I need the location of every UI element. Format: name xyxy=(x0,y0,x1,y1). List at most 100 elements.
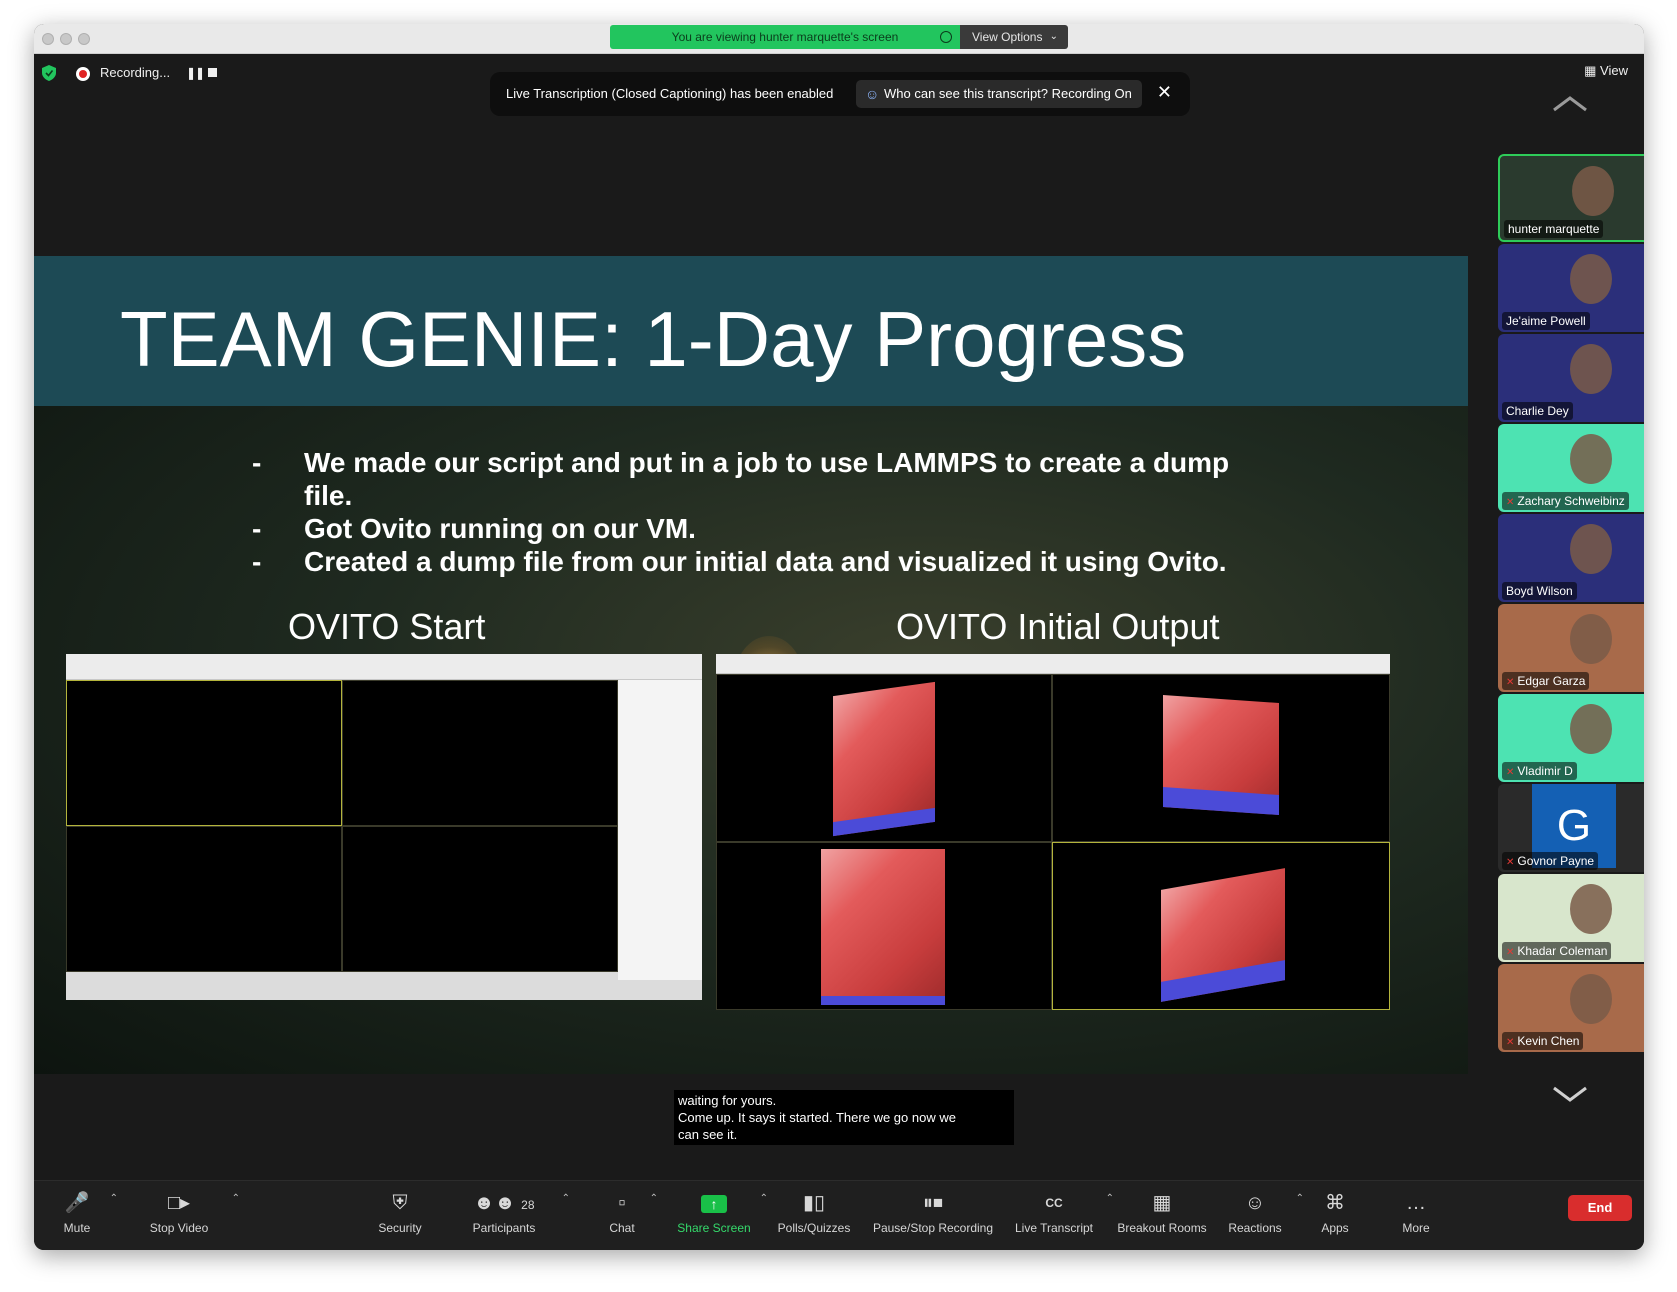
stop-recording-icon[interactable] xyxy=(208,68,217,77)
caption-notice: Live Transcription (Closed Captioning) h… xyxy=(490,72,1190,116)
chat-button[interactable]: ▫ Chat ⌃ xyxy=(602,1181,658,1250)
chevron-down-icon[interactable] xyxy=(1550,1084,1590,1104)
participant-name-text: Edgar Garza xyxy=(1517,674,1586,688)
chevron-up-icon[interactable] xyxy=(1550,94,1590,114)
breakout-grid-icon: ▦ xyxy=(1152,1192,1172,1214)
slide-header: TEAM GENIE: 1-Day Progress xyxy=(34,256,1468,406)
participant-video xyxy=(1570,704,1612,754)
apps-button[interactable]: ⌘ Apps xyxy=(1312,1181,1358,1250)
viewing-screen-banner: You are viewing hunter marquette's scree… xyxy=(610,25,960,49)
ovito-toolbar xyxy=(716,654,1390,674)
participants-label: Participants xyxy=(472,1221,536,1235)
chevron-down-icon: ⌄ xyxy=(1049,31,1058,42)
viewport-perspective xyxy=(342,826,618,972)
viewport-top xyxy=(66,680,342,826)
participant-name-text: Kevin Chen xyxy=(1517,1034,1580,1048)
participant-name-text: Vladimir D xyxy=(1517,764,1573,778)
participant-tile[interactable]: G ✕ Govnor Payne xyxy=(1498,784,1644,872)
recording-icon xyxy=(76,67,90,81)
viewport-front xyxy=(1052,674,1390,842)
meeting-controls: 🎤 Mute ⌃ □▸ Stop Video ⌃ ⛨ Security ☻☻ 2… xyxy=(34,1180,1644,1250)
video-options-caret[interactable]: ⌃ xyxy=(232,1193,240,1204)
view-options-label: View Options xyxy=(972,30,1043,44)
participant-name-text: Khadar Coleman xyxy=(1517,944,1608,958)
zoom-window: You are viewing hunter marquette's scree… xyxy=(34,24,1644,1250)
share-screen-button[interactable]: ↑ Share Screen ⌃ xyxy=(676,1181,768,1250)
participant-tile[interactable]: Boyd Wilson xyxy=(1498,514,1644,602)
polls-button[interactable]: ▮▯ Polls/Quizzes xyxy=(774,1181,854,1250)
slide-bullets: We made our script and put in a job to u… xyxy=(252,446,1252,578)
recording-label: Recording... xyxy=(100,65,171,80)
participant-tile[interactable]: ✕ Zachary Schweibinz xyxy=(1498,424,1644,512)
ellipsis-icon: … xyxy=(1406,1192,1426,1214)
shared-screen: TEAM GENIE: 1-Day Progress We made our s… xyxy=(34,256,1468,1074)
pause-recording-label: Pause/Stop Recording xyxy=(872,1221,994,1235)
participants-icon: ☻☻ 28 xyxy=(473,1192,535,1214)
reactions-options-caret[interactable]: ⌃ xyxy=(1296,1193,1304,1204)
muted-mic-icon: ✕ xyxy=(1506,497,1515,508)
minimize-window-button[interactable] xyxy=(60,33,72,45)
participants-button[interactable]: ☻☻ 28 Participants ⌃ xyxy=(454,1181,570,1250)
participant-name: ✕ Edgar Garza xyxy=(1502,672,1590,690)
chat-bubble-icon: ▫ xyxy=(618,1192,626,1214)
share-screen-label: Share Screen xyxy=(677,1221,751,1235)
ovito-side-panel xyxy=(618,680,702,980)
participant-name-text: Je'aime Powell xyxy=(1506,314,1586,328)
view-options-button[interactable]: View Options ⌄ xyxy=(960,25,1068,49)
participant-tile[interactable]: Charlie Dey xyxy=(1498,334,1644,422)
participant-video xyxy=(1570,254,1612,304)
participant-tile[interactable]: ✕ Vladimir D xyxy=(1498,694,1644,782)
more-button[interactable]: … More xyxy=(1396,1181,1436,1250)
participant-tile[interactable]: ✕ Edgar Garza xyxy=(1498,604,1644,692)
participant-name: ✕ Kevin Chen xyxy=(1502,1032,1584,1050)
end-meeting-button[interactable]: End xyxy=(1568,1195,1632,1221)
security-label: Security xyxy=(378,1221,422,1235)
video-camera-icon: □▸ xyxy=(167,1192,191,1214)
muted-mic-icon: ✕ xyxy=(1506,857,1515,868)
title-bar: You are viewing hunter marquette's scree… xyxy=(34,24,1644,54)
apps-label: Apps xyxy=(1321,1221,1349,1235)
pause-stop-recording-button[interactable]: ⏸⏹ Pause/Stop Recording xyxy=(868,1181,998,1250)
live-transcript-button[interactable]: CC Live Transcript ⌃ xyxy=(1010,1181,1114,1250)
viewing-screen-text: You are viewing hunter marquette's scree… xyxy=(671,30,899,44)
share-options-caret[interactable]: ⌃ xyxy=(760,1193,768,1204)
breakout-rooms-button[interactable]: ▦ Breakout Rooms xyxy=(1114,1181,1210,1250)
cube-base xyxy=(1163,786,1279,816)
bullet-item: Created a dump file from our initial dat… xyxy=(252,545,1252,578)
participant-name-text: Charlie Dey xyxy=(1506,404,1569,418)
chat-label: Chat xyxy=(609,1221,635,1235)
subtitle-line: can see it. xyxy=(678,1127,738,1142)
participants-options-caret[interactable]: ⌃ xyxy=(562,1193,570,1204)
stop-video-button[interactable]: □▸ Stop Video ⌃ xyxy=(134,1181,240,1250)
cube-base xyxy=(821,995,945,1005)
mute-label: Mute xyxy=(63,1221,91,1235)
close-window-button[interactable] xyxy=(42,33,54,45)
reactions-label: Reactions xyxy=(1228,1221,1282,1235)
participants-count: 28 xyxy=(521,1198,535,1212)
participant-name: ✕ Khadar Coleman xyxy=(1502,942,1612,960)
bullet-item: We made our script and put in a job to u… xyxy=(252,446,1252,512)
pause-stop-icon: ⏸⏹ xyxy=(923,1192,943,1214)
mute-button[interactable]: 🎤 Mute ⌃ xyxy=(52,1181,118,1250)
mute-options-caret[interactable]: ⌃ xyxy=(110,1193,118,1204)
participant-tile[interactable]: ✕ Khadar Coleman xyxy=(1498,874,1644,962)
participant-tile[interactable]: Je'aime Powell xyxy=(1498,244,1644,332)
security-button[interactable]: ⛨ Security xyxy=(368,1181,432,1250)
transcript-visibility-button[interactable]: Who can see this transcript? Recording O… xyxy=(856,80,1142,108)
muted-mic-icon: ✕ xyxy=(1506,677,1515,688)
reactions-button[interactable]: ☺ Reactions ⌃ xyxy=(1222,1181,1304,1250)
participant-name: hunter marquette xyxy=(1504,220,1604,238)
close-icon[interactable]: ✕ xyxy=(1157,82,1172,103)
pause-recording-icon[interactable]: ❚❚ xyxy=(186,66,205,80)
caption-notice-message: Live Transcription (Closed Captioning) h… xyxy=(506,86,834,101)
live-subtitles: waiting for yours. Come up. It says it s… xyxy=(674,1090,1014,1145)
zoom-window-button[interactable] xyxy=(78,33,90,45)
transcript-options-caret[interactable]: ⌃ xyxy=(1106,1193,1114,1204)
participant-name-text: Zachary Schweibinz xyxy=(1517,494,1625,508)
participant-tile[interactable]: hunter marquette xyxy=(1498,154,1644,242)
ovito-start-label: OVITO Start xyxy=(288,606,486,647)
particle-cube xyxy=(1161,868,1285,1002)
muted-mic-icon: ✕ xyxy=(1506,947,1515,958)
participant-tile[interactable]: ✕ Kevin Chen xyxy=(1498,964,1644,1052)
chat-options-caret[interactable]: ⌃ xyxy=(650,1193,658,1204)
